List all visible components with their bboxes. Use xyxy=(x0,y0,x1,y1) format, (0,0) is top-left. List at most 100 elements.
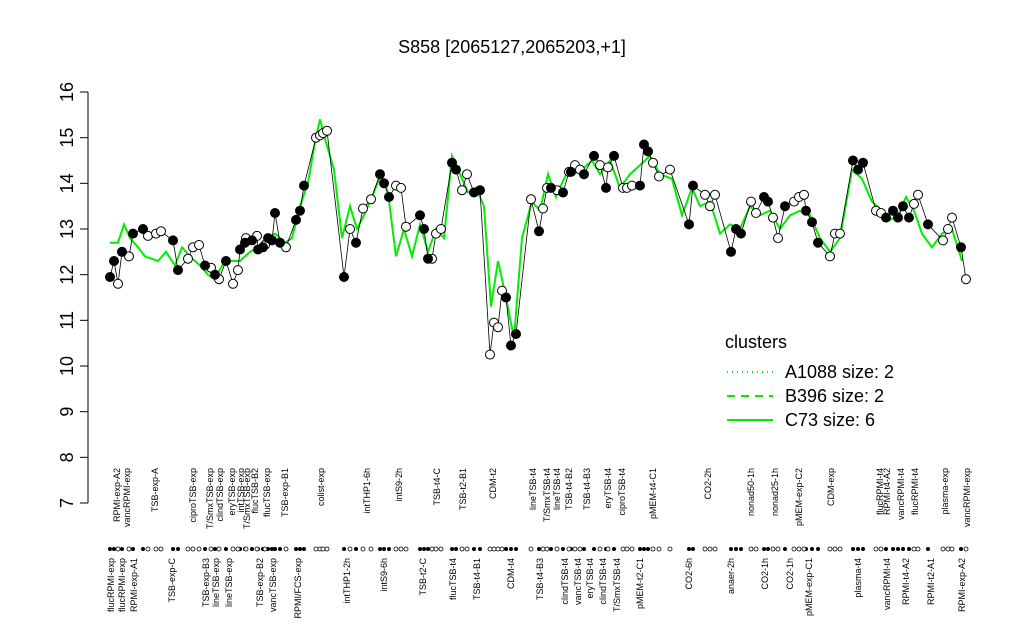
x-tick-label-bottom: flucTSB-t4 xyxy=(448,558,458,600)
rug-mark-open xyxy=(235,546,241,552)
rug-mark-closed xyxy=(112,547,116,551)
rug-mark-open xyxy=(629,546,635,552)
x-tick-label-top: T/SmxTSB-exp xyxy=(205,468,215,529)
data-point-closed xyxy=(275,237,285,248)
rug-mark-closed xyxy=(896,547,900,551)
rug-mark-closed xyxy=(298,547,302,551)
x-tick-label-top: ciproTSB-t4 xyxy=(617,468,627,516)
rug-mark-closed xyxy=(354,547,358,551)
x-tick-label-top: eryTSB-t4 xyxy=(603,468,613,509)
rug-mark-open xyxy=(712,546,718,552)
x-tick-label-top: TSB-t4-B2 xyxy=(564,468,574,510)
data-point-open xyxy=(947,212,957,223)
rug-mark-closed xyxy=(509,547,513,551)
x-tick-label-top: flucTSB-B2 xyxy=(250,468,260,514)
data-point-closed xyxy=(506,340,516,351)
rug-mark-open xyxy=(544,546,550,552)
data-point-closed xyxy=(451,164,461,175)
data-point-closed xyxy=(956,242,966,253)
rug-mark-closed xyxy=(816,547,820,551)
rug-mark-open xyxy=(554,546,560,552)
data-point-closed xyxy=(684,219,694,230)
x-tick-label-top: CDM-t2 xyxy=(488,468,498,499)
rug-mark-closed xyxy=(582,547,586,551)
data-point-open xyxy=(961,274,971,285)
x-tick-label-bottom: clindTSB-t4 xyxy=(598,558,608,605)
rug-mark-closed xyxy=(131,547,135,551)
rug-mark-closed xyxy=(856,547,860,551)
x-tick-label-bottom: clindTSB-t4 xyxy=(560,558,570,605)
legend: clusters A1088 size: 2 B396 size: 2 C73 … xyxy=(725,332,894,430)
x-tick-label-bottom: lineTSB-exp xyxy=(211,558,221,607)
x-tick-label-top: TSB-t4-B3 xyxy=(582,468,592,510)
rug-mark-open xyxy=(963,546,969,552)
data-point-open xyxy=(345,224,355,234)
data-point-open xyxy=(751,208,761,218)
x-tick-label-top: TSB-t2-B1 xyxy=(458,468,468,510)
rug-mark-closed xyxy=(213,547,217,551)
data-point-open xyxy=(705,201,715,212)
x-tick-label-top: lineTSB-t4 xyxy=(528,468,538,510)
x-tick-label-bottom: CO2-6h xyxy=(684,558,694,590)
data-point-closed xyxy=(384,192,394,202)
data-point-closed xyxy=(210,269,220,280)
data-point-closed xyxy=(295,205,305,216)
data-point-closed xyxy=(589,150,599,161)
x-tick-label-bottom: vancTSB-exp xyxy=(268,558,278,612)
rug-mark-closed xyxy=(250,547,254,551)
rug-mark-open xyxy=(283,546,289,552)
data-point-open xyxy=(909,198,919,209)
rug-mark-open xyxy=(313,546,319,552)
rug-mark-open xyxy=(126,546,132,552)
rug-mark-closed xyxy=(783,547,787,551)
x-tick-label-top: RPMI-exp-A2 xyxy=(112,468,122,522)
rug-mark-open xyxy=(873,546,879,552)
x-tick-label-bottom: TSB-exp-B3 xyxy=(201,558,211,607)
rug-mark-open xyxy=(597,546,603,552)
data-point-closed xyxy=(813,237,823,248)
x-tick-label-bottom: RPMI-t4-A2 xyxy=(901,558,911,605)
rug-mark-open xyxy=(667,546,673,552)
y-tick-label: 8 xyxy=(57,452,77,462)
x-tick-label-top: vancRPMI-t4 xyxy=(896,468,906,520)
data-point-open xyxy=(493,322,503,333)
y-tick-label: 15 xyxy=(57,128,77,148)
chart: S858 [2065127,2065203,+1] 7 8 9 10 11 12 13 14 1… xyxy=(57,37,972,619)
rug-mark-open xyxy=(753,546,759,552)
data-point-closed xyxy=(475,185,485,196)
x-tick-label-top: intTHP1-6h xyxy=(362,468,372,514)
x-tick-label-bottom: CO2-1h xyxy=(785,558,795,590)
rug-mark-closed xyxy=(387,547,391,551)
rug-mark-open xyxy=(650,546,656,552)
x-tick-label-top: flucRPMI-t4 xyxy=(910,468,920,515)
rug-mark-closed xyxy=(278,547,282,551)
data-point-closed xyxy=(339,272,349,282)
data-point-closed xyxy=(501,292,511,303)
x-tick-label-top: vancRPMI-exp xyxy=(122,468,132,527)
data-point-open xyxy=(654,171,664,182)
rug-mark-closed xyxy=(739,547,743,551)
x-tick-label-top: pMEM-t4-C1 xyxy=(648,468,658,519)
rug-mark-closed xyxy=(687,547,691,551)
data-point-open xyxy=(462,169,472,180)
data-point-closed xyxy=(419,224,429,234)
data-point-closed xyxy=(558,187,568,198)
rug-mark-closed xyxy=(766,547,770,551)
x-tick-label-bottom: RPMI-exp-A1 xyxy=(129,558,139,612)
x-tick-label-top: TSB-t4-C xyxy=(432,468,442,506)
data-point-closed xyxy=(904,212,914,223)
rug-mark-closed xyxy=(762,547,766,551)
x-tick-label-bottom: TSB-t4-B3 xyxy=(535,558,545,600)
data-point-closed xyxy=(763,196,773,207)
y-axis: 7 8 9 10 11 12 13 14 15 16 xyxy=(57,82,89,508)
data-point-closed xyxy=(258,242,268,253)
x-tick-label-top: RPMI-t4-A2 xyxy=(882,468,892,515)
x-tick-label-bottom: intTHP1-2h xyxy=(342,558,352,604)
x-labels-bottom: flucRPMI-exp flucRPMI-exp RPMI-exp-A1 TSB-e… xyxy=(106,558,967,619)
data-point-closed xyxy=(173,265,183,276)
data-point-open xyxy=(665,164,675,175)
rug-mark-open xyxy=(945,546,951,552)
rug-mark-open xyxy=(464,546,470,552)
rug-mark-closed xyxy=(472,547,476,551)
rug-mark-open xyxy=(393,546,399,552)
